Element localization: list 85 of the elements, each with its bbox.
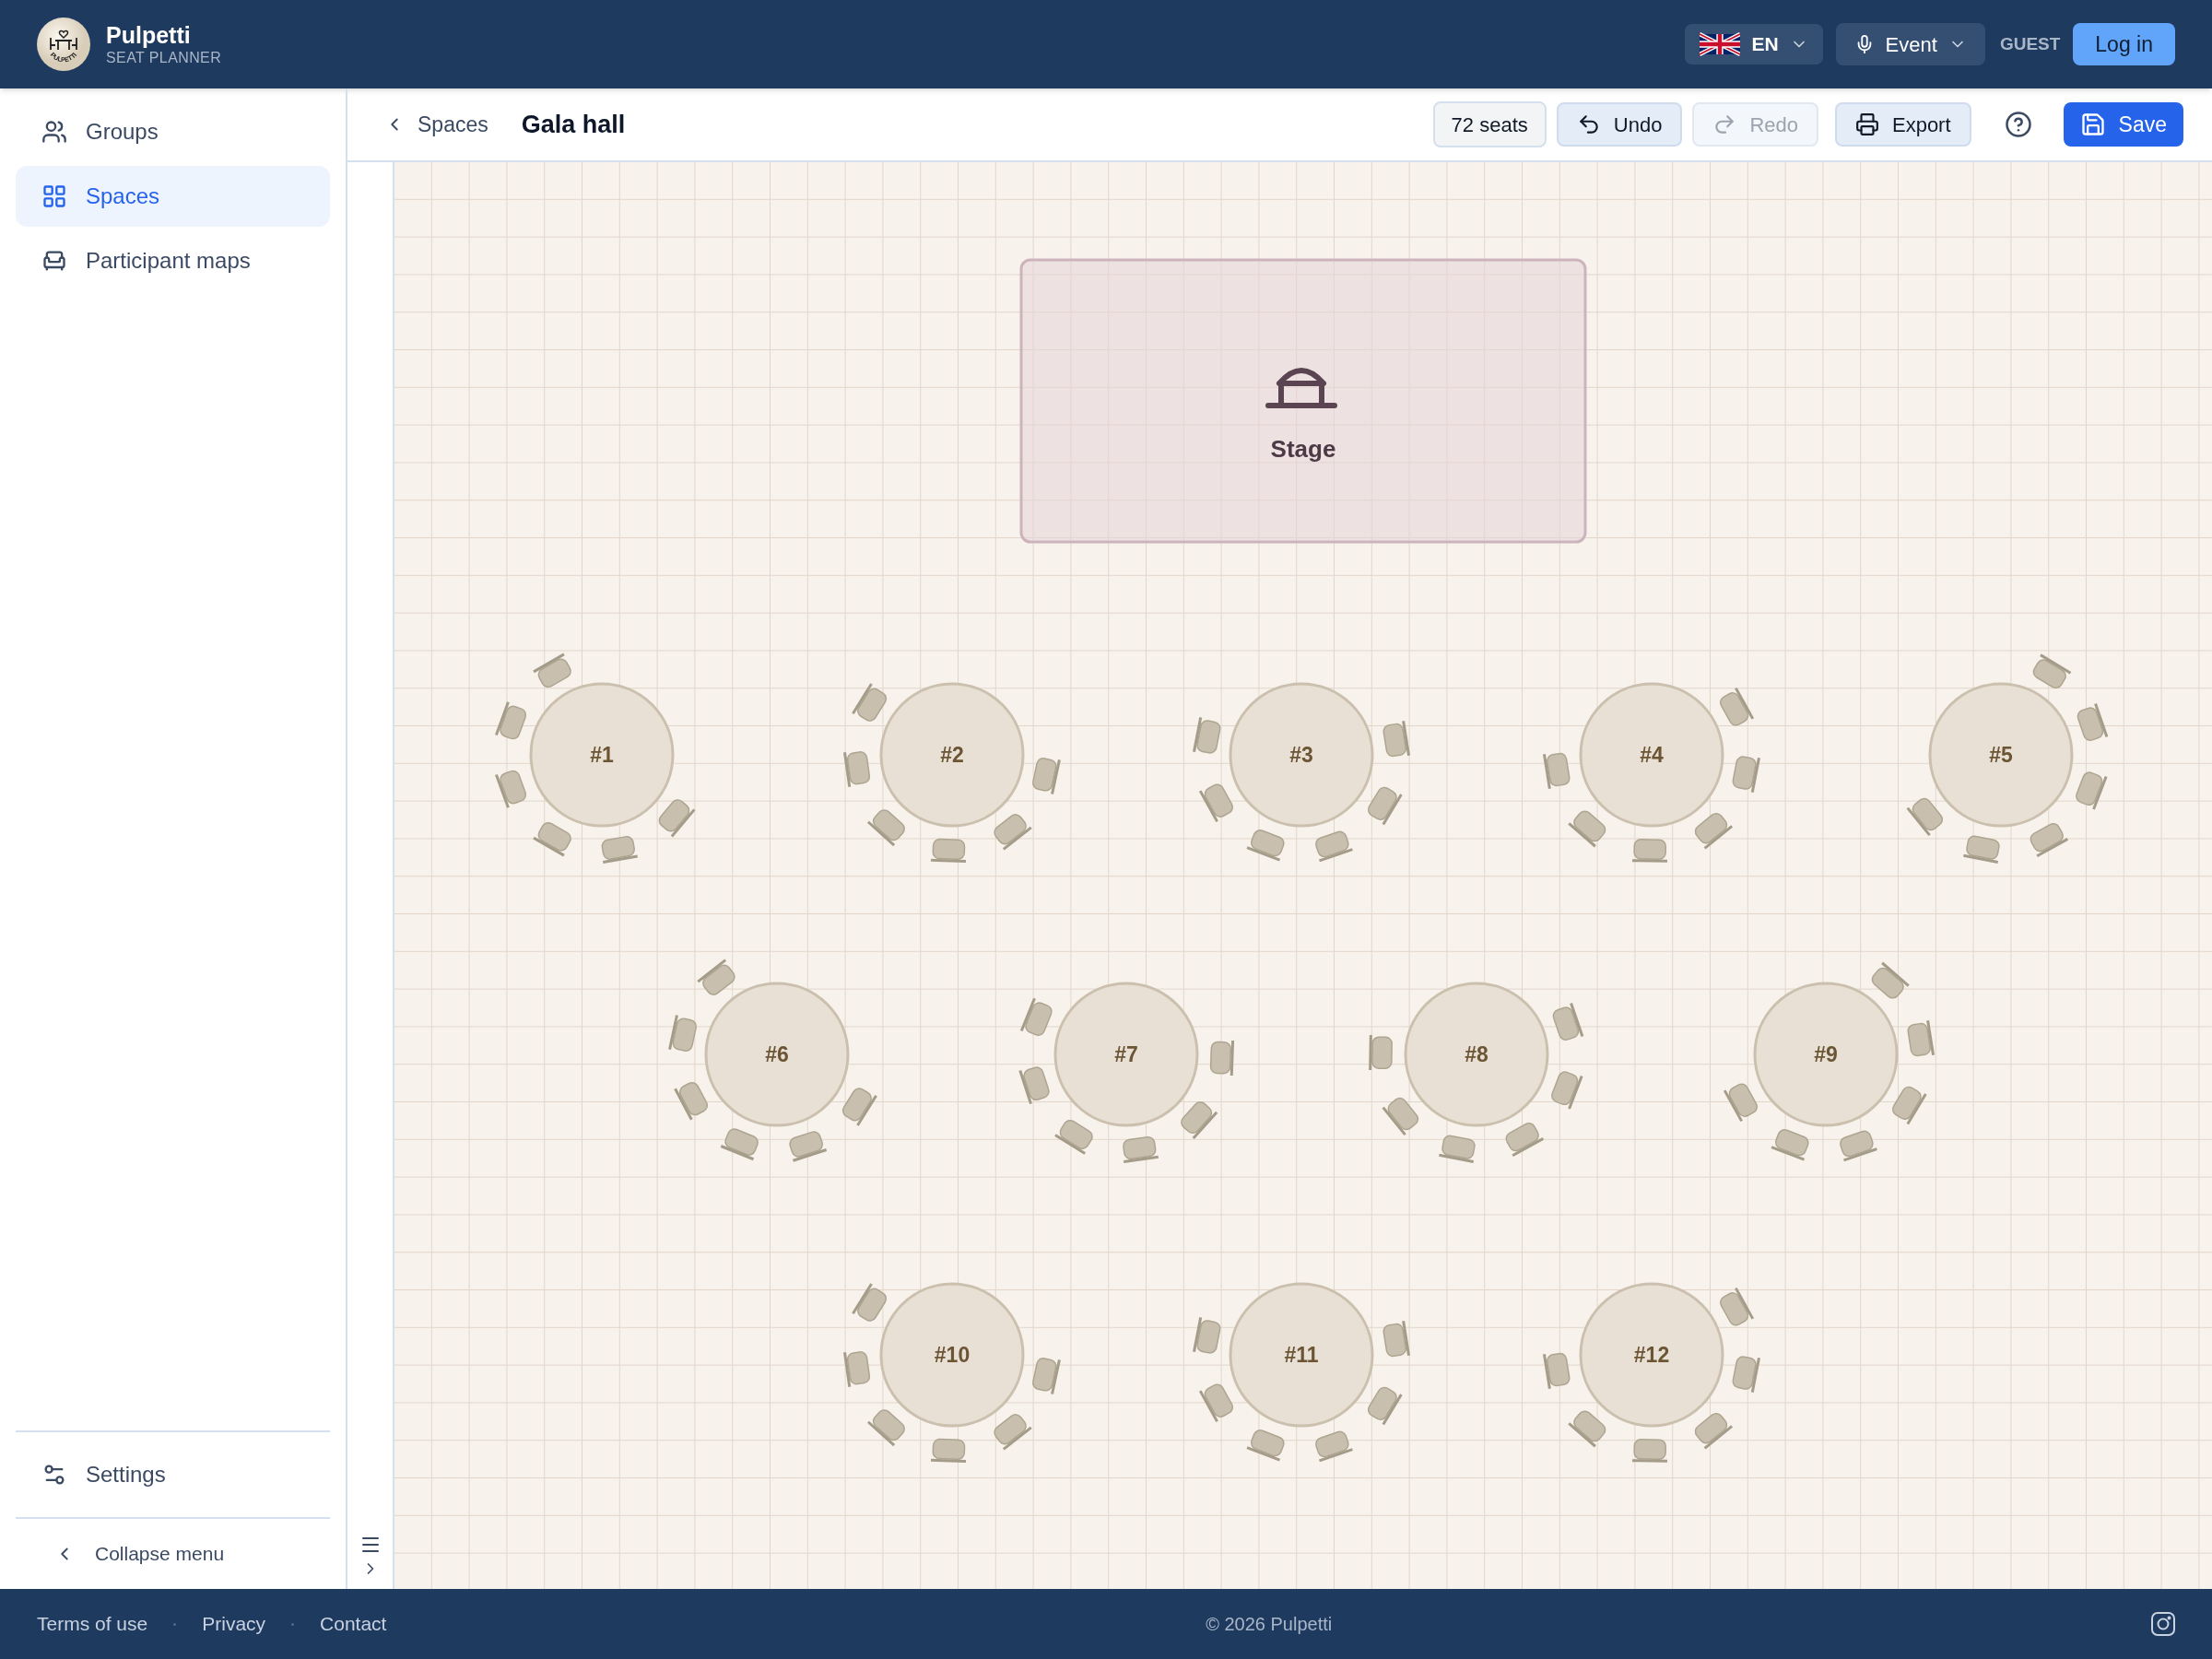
mode-dropdown[interactable]: Event bbox=[1835, 23, 1985, 65]
app-subtitle: SEAT PLANNER bbox=[106, 49, 222, 67]
chair-icon[interactable] bbox=[1122, 1135, 1159, 1163]
chair-icon[interactable] bbox=[1503, 1120, 1545, 1158]
chair-icon[interactable] bbox=[1193, 717, 1222, 755]
round-table[interactable] bbox=[879, 1282, 1025, 1428]
seat-count: 72 seats bbox=[1432, 101, 1547, 147]
round-table[interactable] bbox=[1053, 982, 1199, 1127]
chair-icon[interactable] bbox=[1382, 1321, 1411, 1359]
stage-label: Stage bbox=[1270, 435, 1336, 463]
chair-icon[interactable] bbox=[1369, 1034, 1394, 1070]
round-table[interactable] bbox=[879, 682, 1025, 828]
save-icon bbox=[2079, 112, 2106, 137]
language-dropdown[interactable]: EN bbox=[1685, 24, 1823, 65]
chair-icon[interactable] bbox=[1542, 751, 1571, 789]
back-link[interactable]: Spaces bbox=[384, 108, 488, 141]
table-label: #10 bbox=[934, 1343, 971, 1367]
chair-icon[interactable] bbox=[1631, 1438, 1667, 1463]
table-label: #8 bbox=[1465, 1042, 1488, 1066]
round-table[interactable] bbox=[704, 982, 850, 1127]
settings-item[interactable]: Settings bbox=[16, 1432, 330, 1517]
chair-icon[interactable] bbox=[1198, 782, 1236, 823]
chair-icon[interactable] bbox=[866, 1406, 908, 1447]
chair-icon[interactable] bbox=[1019, 997, 1054, 1039]
table-label: #7 bbox=[1114, 1042, 1138, 1066]
chair-icon[interactable] bbox=[1209, 1040, 1235, 1077]
chair-icon[interactable] bbox=[1178, 1099, 1218, 1140]
table-label: #1 bbox=[590, 743, 614, 767]
chair-icon[interactable] bbox=[843, 750, 871, 788]
user-label: GUEST bbox=[1999, 32, 2061, 55]
instagram-icon[interactable] bbox=[2151, 1612, 2175, 1636]
round-table[interactable] bbox=[529, 682, 675, 828]
app-name: Pulpetti bbox=[106, 21, 192, 49]
footer-link[interactable]: Contact bbox=[320, 1609, 387, 1639]
chair-icon[interactable] bbox=[866, 806, 908, 847]
chair-icon[interactable] bbox=[1717, 1287, 1755, 1328]
chair-icon[interactable] bbox=[1631, 838, 1667, 863]
nav-item[interactable]: Spaces bbox=[16, 166, 330, 227]
chair-icon[interactable] bbox=[2028, 820, 2069, 858]
chair-icon[interactable] bbox=[1193, 1317, 1222, 1355]
save-button[interactable]: Save bbox=[2063, 102, 2183, 147]
chair-icon[interactable] bbox=[1717, 687, 1755, 728]
chair-icon[interactable] bbox=[1198, 1382, 1236, 1423]
chair-icon[interactable] bbox=[720, 1126, 761, 1161]
footer-link[interactable]: Terms of use bbox=[37, 1609, 148, 1639]
table-label: #2 bbox=[940, 743, 964, 767]
printer-icon bbox=[1854, 112, 1879, 136]
chair-icon[interactable] bbox=[930, 1438, 967, 1464]
chair-icon[interactable] bbox=[1906, 1020, 1936, 1058]
table-label: #4 bbox=[1640, 743, 1664, 767]
round-table[interactable] bbox=[1753, 982, 1899, 1127]
undo-button[interactable]: Undo bbox=[1556, 102, 1683, 147]
table-label: #9 bbox=[1814, 1042, 1838, 1066]
page-title: Gala hall bbox=[521, 109, 626, 140]
round-table[interactable] bbox=[1579, 1282, 1724, 1428]
copyright: © 2026 Pulpetti bbox=[1206, 1613, 1333, 1636]
round-table[interactable] bbox=[1579, 682, 1724, 828]
round-table[interactable] bbox=[1404, 982, 1549, 1127]
chair-icon[interactable] bbox=[930, 838, 967, 864]
round-table[interactable] bbox=[1229, 1282, 1374, 1428]
chair-icon[interactable] bbox=[1542, 1351, 1571, 1389]
table-label: #11 bbox=[1284, 1343, 1319, 1367]
round-table[interactable] bbox=[1928, 682, 2074, 828]
nav-item[interactable]: Groups bbox=[16, 101, 330, 162]
flag-icon bbox=[1700, 32, 1741, 56]
chair-icon[interactable] bbox=[843, 1350, 871, 1388]
stage-icon bbox=[1265, 368, 1337, 408]
floor-plan-canvas[interactable]: Stage #1 #2 #3 #4 #5 #6 #7 #8 #9 #10 #11 #12 bbox=[394, 162, 2212, 1589]
chair-icon[interactable] bbox=[1382, 721, 1411, 759]
round-table[interactable] bbox=[1229, 682, 1374, 828]
export-button[interactable]: Export bbox=[1834, 102, 1971, 147]
collapse-menu-button[interactable]: Collapse menu bbox=[16, 1528, 330, 1580]
grid-icon bbox=[41, 183, 67, 209]
chair-icon[interactable] bbox=[1723, 1081, 1760, 1123]
table-label: #3 bbox=[1289, 743, 1313, 767]
help-icon[interactable] bbox=[2004, 111, 2032, 138]
table-label: #5 bbox=[1989, 743, 2013, 767]
stage-area[interactable] bbox=[1019, 258, 1587, 544]
nav-item[interactable]: Participant maps bbox=[16, 230, 330, 291]
login-button[interactable]: Log in bbox=[2073, 23, 2175, 65]
footer-link[interactable]: Privacy bbox=[202, 1609, 266, 1639]
table-label: #6 bbox=[765, 1042, 789, 1066]
table-label: #12 bbox=[1633, 1343, 1670, 1367]
people-icon bbox=[41, 119, 67, 145]
chair-icon[interactable] bbox=[600, 834, 638, 865]
